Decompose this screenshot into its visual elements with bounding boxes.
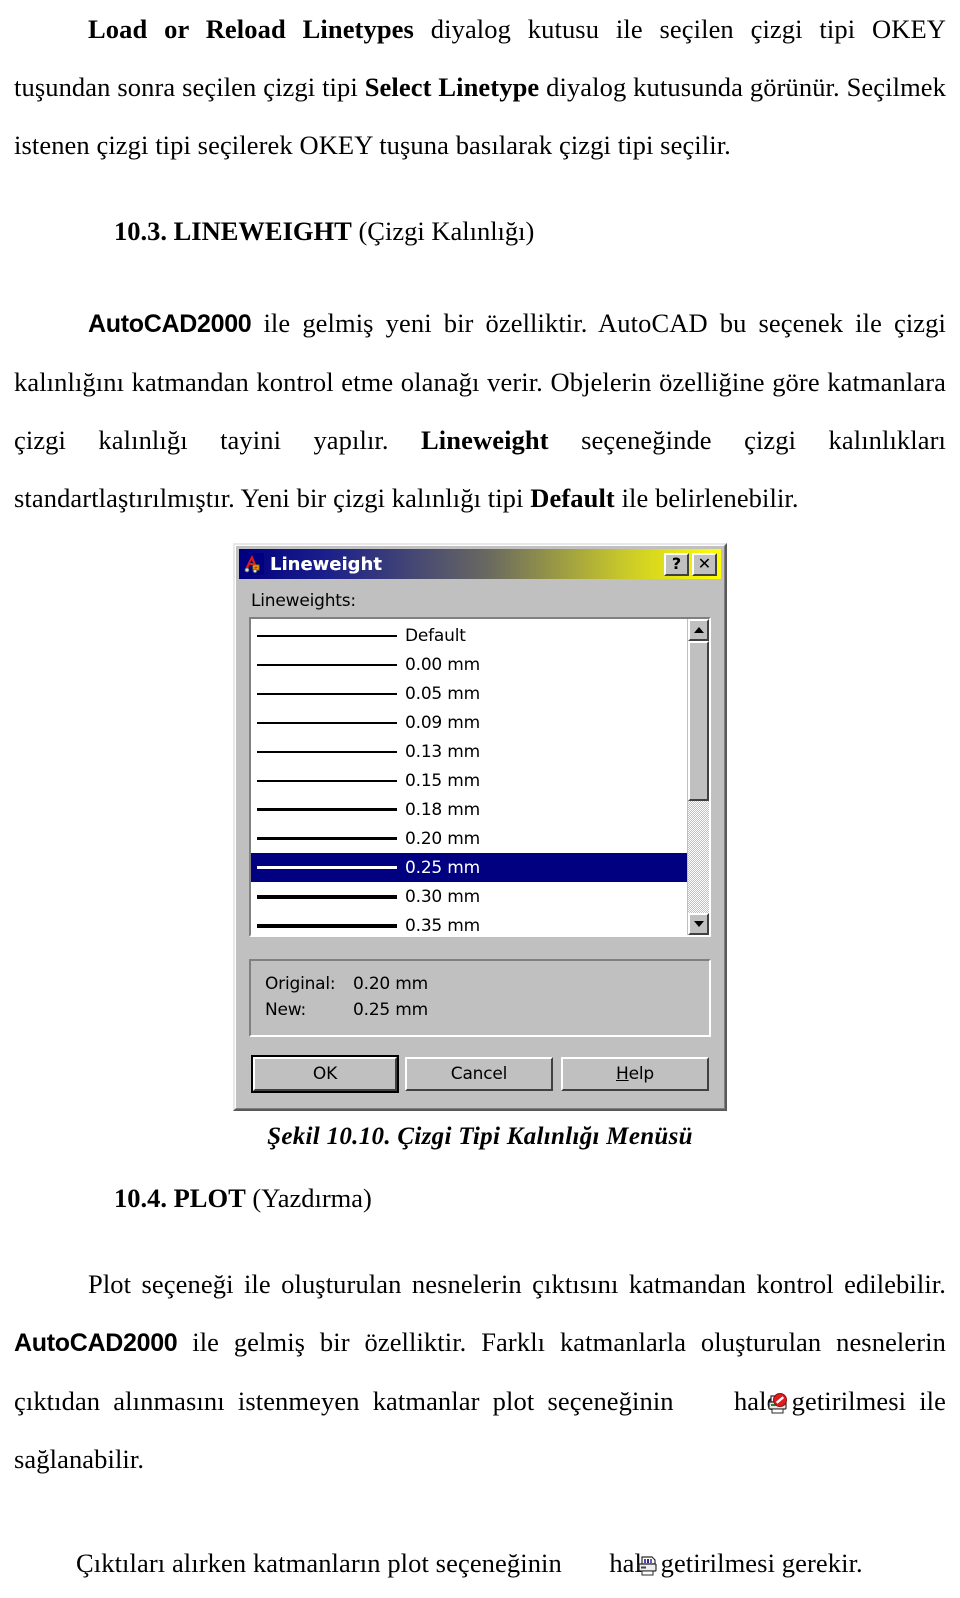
list-item[interactable]: 0.20 mm	[251, 824, 687, 853]
list-item[interactable]: 0.18 mm	[251, 795, 687, 824]
lineweight-preview	[257, 808, 405, 811]
paragraph-3: Plot seçeneği ile oluşturulan nesnelerin…	[14, 1255, 946, 1488]
lineweight-preview	[257, 923, 405, 928]
list-item-label: Default	[405, 625, 466, 646]
new-label: New:	[265, 1000, 307, 1020]
list-item-selected[interactable]: 0.25 mm	[251, 853, 687, 882]
new-lineweight-row: New: 0.25 mm	[265, 997, 709, 1023]
lineweight-preview	[257, 779, 405, 782]
heading-10-3: 10.3. LINEWEIGHT (Çizgi Kalınlığı)	[14, 202, 946, 260]
list-item-label: 0.00 mm	[405, 654, 480, 675]
ok-button[interactable]: OK	[251, 1055, 399, 1093]
term-autocad2000: AutoCAD2000	[88, 310, 252, 338]
cancel-button[interactable]: Cancel	[405, 1057, 553, 1091]
close-button[interactable]: ✕	[692, 552, 717, 576]
list-item[interactable]: 0.00 mm	[251, 650, 687, 679]
lineweight-preview	[257, 634, 405, 637]
list-item-label: 0.13 mm	[405, 741, 480, 762]
listbox-scrollbar[interactable]	[687, 619, 709, 935]
paragraph-3-text-a: Plot seçeneği ile oluşturulan nesnelerin…	[88, 1269, 946, 1299]
lineweight-preview	[257, 837, 405, 840]
lineweight-preview	[257, 663, 405, 666]
heading-10-4-title: PLOT	[167, 1183, 246, 1213]
new-value: 0.25 mm	[353, 1000, 428, 1020]
list-item-label: 0.30 mm	[405, 886, 480, 907]
dialog-body: Lineweights: Default 0.00 mm 0.05 mm 0.0…	[239, 579, 721, 1105]
paragraph-1: Load or Reload Linetypes diyalog kutusu …	[14, 0, 946, 174]
dialog-title: Lineweight	[270, 553, 382, 575]
list-item-label: 0.35 mm	[405, 915, 480, 936]
lineweight-preview	[257, 750, 405, 753]
document-page: Load or Reload Linetypes diyalog kutusu …	[0, 0, 960, 1581]
printer-disabled-icon	[691, 1378, 787, 1414]
lineweight-preview	[257, 721, 405, 724]
lineweight-dialog: Lineweight ? ✕ Lineweights: Default 0.00…	[233, 543, 727, 1111]
term-load-reload-linetypes: Load or Reload Linetypes	[88, 14, 414, 44]
scroll-down-icon	[693, 921, 704, 927]
dialog-button-row: OK Cancel Help	[249, 1055, 711, 1095]
autocad-logo-icon	[242, 553, 264, 575]
term-lineweight: Lineweight	[421, 425, 549, 455]
term-default: Default	[530, 483, 615, 513]
lineweights-list-items: Default 0.00 mm 0.05 mm 0.09 mm 0.13 mm …	[251, 619, 687, 935]
heading-10-4: 10.4. PLOT (Yazdırma)	[14, 1169, 946, 1227]
list-item-label: 0.18 mm	[405, 799, 480, 820]
scrollbar-track[interactable]	[688, 801, 709, 913]
list-item[interactable]: 0.35 mm	[251, 911, 687, 936]
lineweights-listbox[interactable]: Default 0.00 mm 0.05 mm 0.09 mm 0.13 mm …	[249, 617, 711, 937]
help-button[interactable]: ?	[664, 552, 689, 576]
lineweight-preview	[257, 692, 405, 695]
list-item[interactable]: 0.13 mm	[251, 737, 687, 766]
list-item[interactable]: 0.30 mm	[251, 882, 687, 911]
help-button-label: elp	[628, 1064, 655, 1084]
heading-10-4-translation: (Yazdırma)	[245, 1183, 372, 1213]
figure-lineweight-dialog: Lineweight ? ✕ Lineweights: Default 0.00…	[14, 527, 946, 1111]
original-lineweight-row: Original: 0.20 mm	[265, 971, 709, 997]
scroll-up-button[interactable]	[688, 619, 709, 641]
list-item-label: 0.15 mm	[405, 770, 480, 791]
lineweight-info-group: Original: 0.20 mm New: 0.25 mm	[249, 959, 711, 1037]
lineweights-label: Lineweights:	[251, 591, 356, 611]
list-item-label: 0.20 mm	[405, 828, 480, 849]
term-autocad2000-2: AutoCAD2000	[14, 1329, 178, 1357]
heading-10-3-title: LINEWEIGHT	[167, 216, 352, 246]
list-item-label: 0.09 mm	[405, 712, 480, 733]
lineweight-preview	[257, 866, 405, 869]
term-select-linetype: Select Linetype	[364, 72, 540, 102]
printer-icon	[573, 1540, 657, 1576]
paragraph-2: AutoCAD2000 ile gelmiş yeni bir özellikt…	[14, 294, 946, 527]
help-button-accel: H	[616, 1064, 629, 1084]
paragraph-2-text-c: ile belirlenebilir.	[614, 483, 799, 513]
titlebar-buttons: ? ✕	[664, 552, 719, 576]
dialog-inner-frame: Lineweight ? ✕ Lineweights: Default 0.00…	[235, 545, 725, 1109]
heading-10-3-translation: (Çizgi Kalınlığı)	[351, 216, 535, 246]
list-item-label: 0.05 mm	[405, 683, 480, 704]
original-label: Original:	[265, 974, 336, 994]
original-value: 0.20 mm	[353, 974, 428, 994]
list-item-label: 0.25 mm	[405, 857, 480, 878]
list-item[interactable]: Default	[251, 621, 687, 650]
scrollbar-thumb[interactable]	[688, 641, 709, 801]
paragraph-4-text-a: Çıktıları alırken katmanların plot seçen…	[76, 1548, 569, 1578]
list-item[interactable]: 0.05 mm	[251, 679, 687, 708]
list-item[interactable]: 0.09 mm	[251, 708, 687, 737]
figure-caption: Şekil 10.10. Çizgi Tipi Kalınlığı Menüsü	[267, 1123, 693, 1150]
scroll-down-button[interactable]	[688, 913, 709, 935]
lineweight-preview	[257, 894, 405, 899]
dialog-titlebar[interactable]: Lineweight ? ✕	[239, 549, 721, 579]
help-button-bottom[interactable]: Help	[561, 1057, 709, 1091]
heading-10-3-number: 10.3.	[114, 216, 167, 246]
paragraph-4: Çıktıları alırken katmanların plot seçen…	[14, 1534, 946, 1592]
list-item[interactable]: 0.15 mm	[251, 766, 687, 795]
heading-10-4-number: 10.4.	[114, 1183, 167, 1213]
scroll-up-icon	[693, 627, 704, 633]
